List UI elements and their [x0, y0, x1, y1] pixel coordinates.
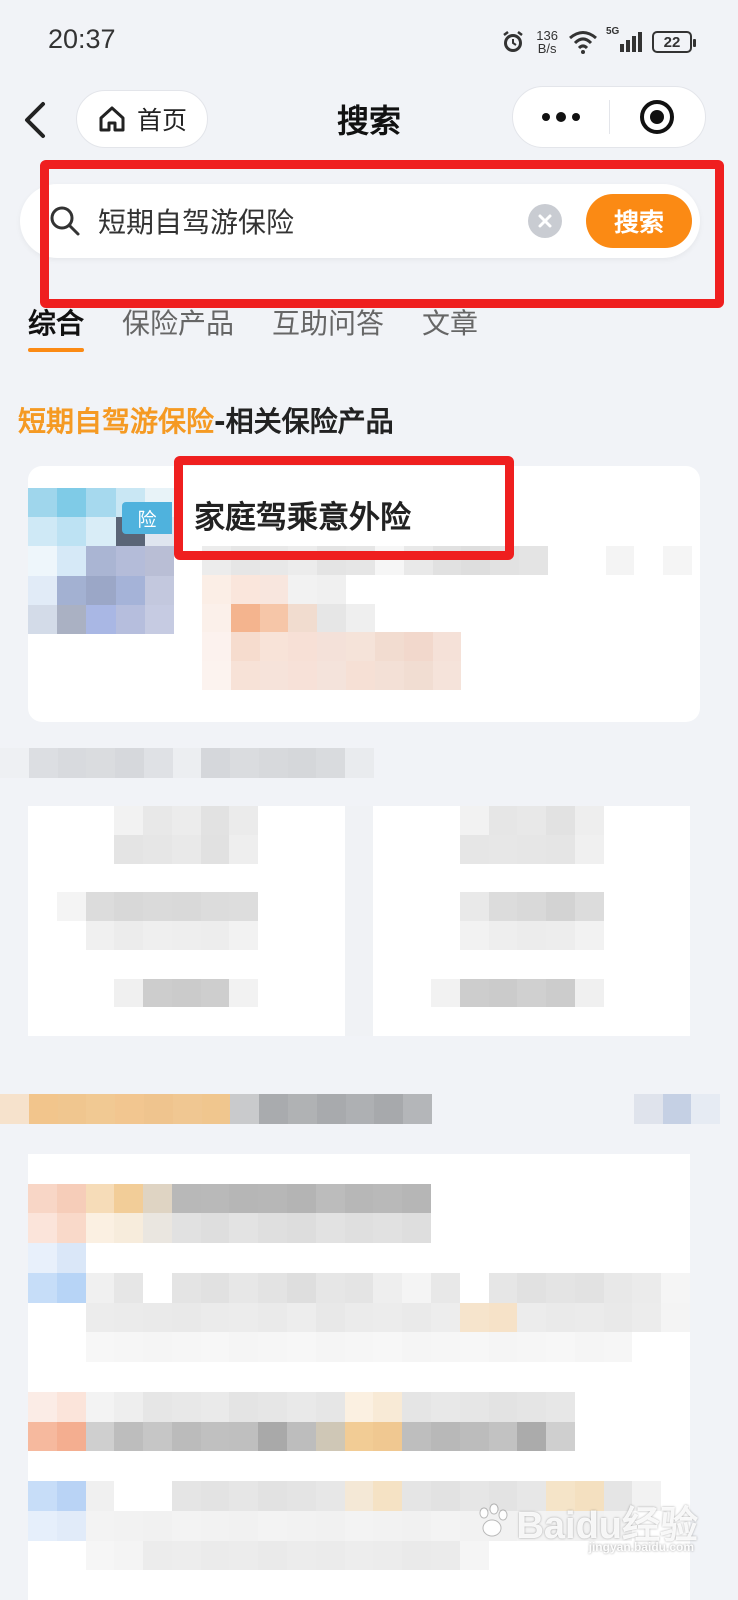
status-bar: 20:37 136 B/s 5G 22 [0, 0, 738, 80]
target-icon [640, 100, 675, 134]
wifi-icon [569, 31, 597, 54]
product-tag: 险 [122, 502, 172, 534]
close-program-button[interactable] [610, 87, 706, 147]
tab-comprehensive[interactable]: 综合 [28, 302, 85, 352]
blurred-header-right [634, 1094, 720, 1124]
cell-signal-icon: 5G [606, 26, 642, 52]
search-highlight-box [40, 160, 724, 308]
tab-articles[interactable]: 文章 [422, 302, 478, 352]
product-title-highlight-box [174, 456, 514, 560]
section-keyword: 短期自驾游保险 [18, 405, 215, 438]
status-icons: 136 B/s 5G 22 [500, 24, 696, 60]
alarm-icon [503, 31, 524, 52]
status-time: 20:37 [48, 24, 116, 54]
result-tabs: 综合 保险产品 互助问答 文章 [28, 302, 478, 352]
mini-program-capsule [512, 86, 706, 148]
more-button[interactable] [513, 87, 609, 147]
baidu-watermark: Baidu经验 jingyan.baidu.com [474, 1494, 698, 1554]
blurred-section-header-2 [0, 1094, 432, 1124]
paw-icon [479, 1503, 508, 1536]
search-page: 20:37 136 B/s 5G 22 首页 搜索 短期自驾游保险 搜索 综合 … [0, 0, 738, 1600]
section-suffix: -相关保险产品 [214, 405, 394, 438]
network-speed: 136 B/s [536, 29, 558, 55]
battery-icon: 22 [652, 31, 696, 53]
tab-mutual-qa[interactable]: 互助问答 [272, 302, 384, 352]
product-details-mosaic [202, 546, 692, 690]
network-type: 5G [606, 26, 620, 37]
section-heading: 短期自驾游保险-相关保险产品 [18, 400, 394, 440]
blurred-grid-card [28, 806, 690, 1036]
more-icon [541, 112, 580, 122]
speed-unit: B/s [537, 41, 557, 56]
watermark-subtext: jingyan.baidu.com [588, 1540, 694, 1554]
tab-insurance-products[interactable]: 保险产品 [122, 302, 234, 352]
blurred-section-header [0, 748, 374, 778]
